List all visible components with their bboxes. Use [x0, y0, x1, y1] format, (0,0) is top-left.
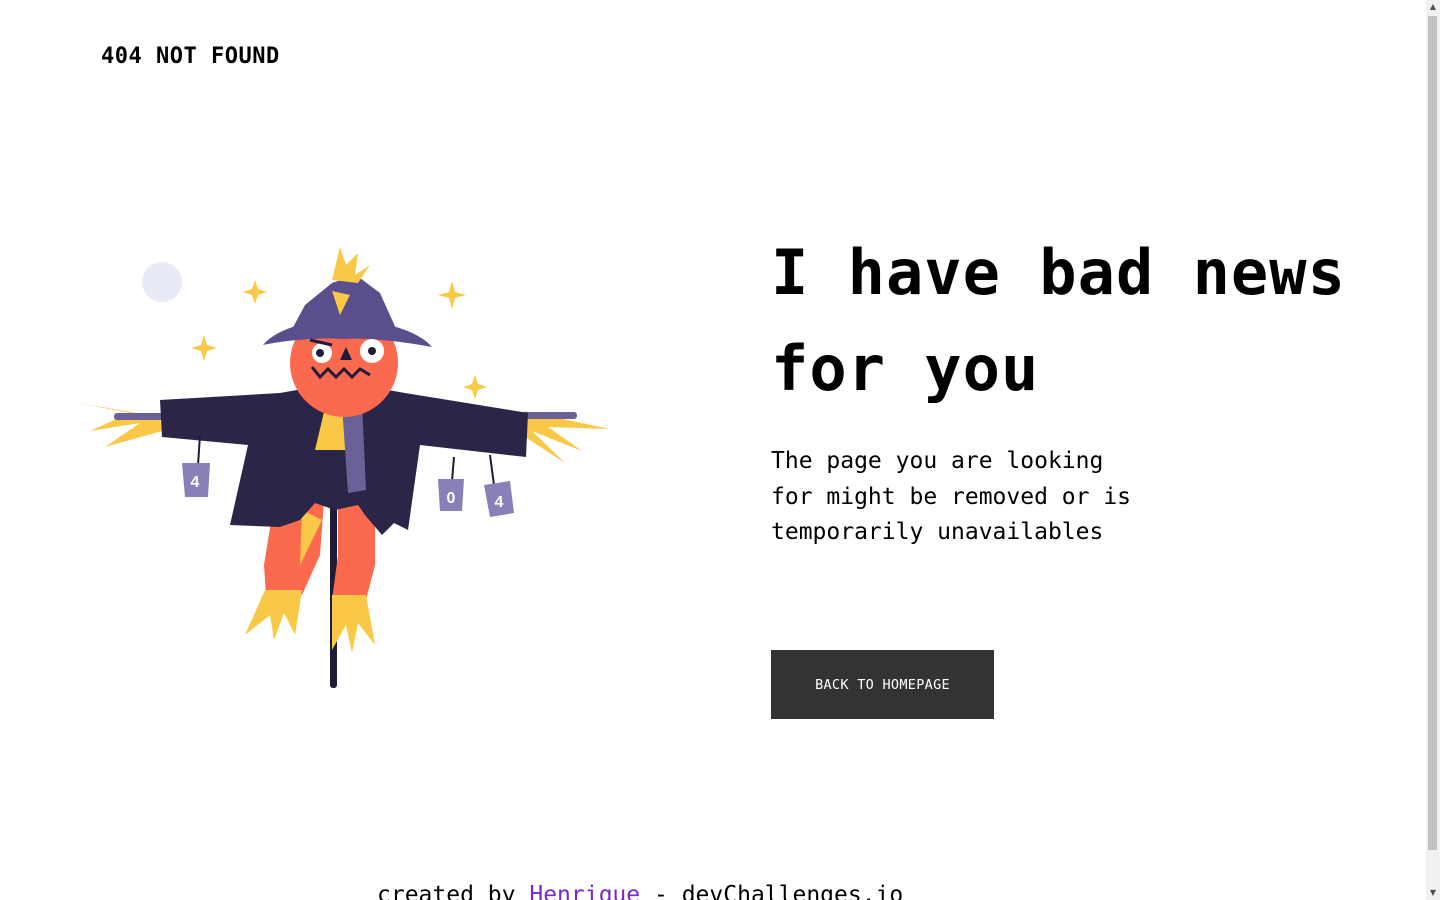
footer-credit: created by Henrique - devChallenges.io — [377, 880, 903, 900]
not-found-page: 404 NOT FOUND 4 0 4 I have bad news for … — [0, 0, 1440, 900]
author-link[interactable]: Henrique — [529, 882, 640, 900]
page-headline: I have bad news for you — [771, 236, 1346, 405]
can-label: 4 — [495, 494, 504, 511]
scroll-up-icon[interactable]: ▲ — [1426, 0, 1440, 14]
moon-icon — [142, 262, 182, 302]
can-label: 0 — [447, 490, 456, 507]
sparkle-icon — [438, 281, 466, 309]
hat-straw — [332, 247, 370, 283]
back-to-homepage-button[interactable]: BACK TO HOMEPAGE — [771, 650, 994, 719]
footer-separator: - — [653, 882, 668, 900]
vertical-scrollbar[interactable]: ▲ ▼ — [1426, 0, 1440, 900]
footer-prefix: created by — [377, 882, 516, 900]
straw-feet — [245, 590, 375, 653]
can-label: 4 — [191, 474, 200, 491]
sparkle-icon — [191, 335, 217, 361]
scroll-down-icon[interactable]: ▼ — [1426, 886, 1440, 900]
footer-site: devChallenges.io — [681, 882, 904, 900]
scrollbar-thumb[interactable] — [1428, 16, 1437, 850]
error-message: The page you are looking for might be re… — [771, 448, 1132, 545]
sparkle-icon — [243, 280, 267, 304]
site-logo: 404 NOT FOUND — [101, 44, 280, 69]
sparkle-icon — [463, 375, 487, 399]
scarecrow-illustration: 4 0 4 — [78, 247, 610, 688]
